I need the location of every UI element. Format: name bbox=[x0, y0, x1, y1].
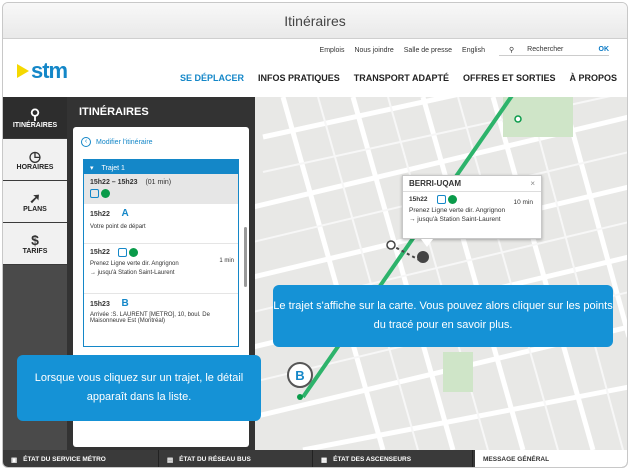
elevator-status-link[interactable]: ▦ ÉTAT DES ASCENSEURS bbox=[313, 450, 473, 467]
search-icon: ⚲ bbox=[509, 46, 515, 54]
logo-text: stm bbox=[31, 58, 68, 83]
logo-arrow-icon bbox=[17, 64, 29, 78]
step-time: 15h23 bbox=[90, 301, 110, 308]
popup-step: 15h22 10 min Prenez Ligne verte dir. Ang… bbox=[403, 192, 541, 226]
link-nous-joindre[interactable]: Nous joindre bbox=[354, 47, 393, 54]
panel-title: ITINÉRAIRES bbox=[79, 106, 149, 118]
step-time: 15h22 bbox=[90, 249, 110, 257]
step-letter: B bbox=[121, 298, 129, 309]
bus-status-link[interactable]: ▤ ÉTAT DU RÉSEAU BUS bbox=[159, 450, 313, 467]
metro-icon bbox=[117, 248, 127, 257]
popup-text: Prenez Ligne verte dir. Angrignon bbox=[409, 207, 506, 214]
general-message[interactable]: MESSAGE GÉNÉRAL bbox=[475, 450, 627, 467]
popup-duration: 10 min bbox=[513, 199, 533, 206]
green-line-icon bbox=[448, 195, 458, 204]
app-window: Itinéraires Emplois Nous joindre Salle d… bbox=[2, 2, 628, 468]
step-subtext: → jusqu'à Station Saint-Laurent bbox=[90, 270, 175, 276]
trip-header[interactable]: ▾ Trajet 1 bbox=[84, 160, 238, 174]
metro-icon: ▣ bbox=[11, 456, 18, 464]
trip-step[interactable]: 15h22 A Votre point de départ bbox=[84, 204, 238, 244]
step-text: Arrivée :S. LAURENT [METRO], 10, boul. D… bbox=[90, 312, 210, 324]
metro-icon bbox=[437, 195, 447, 204]
clock-icon: ◷ bbox=[28, 148, 42, 164]
nav-infos-pratiques[interactable]: INFOS PRATIQUES bbox=[258, 73, 340, 83]
status-bar: ▣ ÉTAT DU SERVICE MÉTRO ▤ ÉTAT DU RÉSEAU… bbox=[3, 450, 627, 467]
popup-title: BERRI-UQAM bbox=[403, 176, 541, 192]
popup-time: 15h22 bbox=[409, 196, 428, 204]
stm-logo[interactable]: stm bbox=[17, 58, 68, 84]
modify-label: Modifier l'itinéraire bbox=[96, 138, 153, 146]
link-salle-de-presse[interactable]: Salle de presse bbox=[404, 47, 452, 54]
svg-text:B: B bbox=[295, 368, 304, 383]
list-callout: Lorsque vous cliquez sur un trajet, le d… bbox=[17, 355, 261, 421]
popup-tail bbox=[421, 239, 433, 247]
metro-icon bbox=[90, 189, 99, 198]
trip-step[interactable]: 15h23 B Arrivée :S. LAURENT [METRO], 10,… bbox=[84, 294, 238, 328]
sidebar-item-label: HORAIRES bbox=[16, 164, 54, 171]
sidebar-item-tarifs[interactable]: $ TARIFS bbox=[3, 223, 67, 265]
sidebar-item-plans[interactable]: ➚ PLANS bbox=[3, 181, 67, 223]
search-field[interactable]: ⚲ Rechercher OK bbox=[499, 44, 609, 56]
arrow-icon: ➚ bbox=[29, 190, 41, 206]
main-nav: SE DÉPLACER INFOS PRATIQUES TRANSPORT AD… bbox=[166, 73, 617, 83]
link-english[interactable]: English bbox=[462, 47, 485, 54]
step-time: 15h22 bbox=[90, 211, 110, 218]
modify-itinerary-link[interactable]: ‹ Modifier l'itinéraire bbox=[73, 127, 249, 157]
link-emplois[interactable]: Emplois bbox=[320, 47, 345, 54]
sidebar-item-label: TARIFS bbox=[22, 248, 48, 255]
metro-status-label: ÉTAT DU SERVICE MÉTRO bbox=[23, 456, 106, 463]
bus-icon: ▤ bbox=[167, 456, 174, 464]
trip-time-range: 15h22 – 15h23 bbox=[90, 179, 138, 186]
route-point-walk[interactable] bbox=[417, 251, 429, 263]
step-letter: A bbox=[121, 208, 129, 219]
sidebar-item-label: PLANS bbox=[23, 206, 47, 213]
dollar-icon: $ bbox=[31, 232, 39, 248]
sidebar-item-horaires[interactable]: ◷ HORAIRES bbox=[3, 139, 67, 181]
pin-icon: ⚲ bbox=[29, 106, 41, 122]
bus-status-label: ÉTAT DU RÉSEAU BUS bbox=[179, 456, 251, 463]
sidebar-item-label: ITINÉRAIRES bbox=[12, 122, 58, 129]
close-icon[interactable]: × bbox=[530, 179, 535, 188]
nav-se-deplacer[interactable]: SE DÉPLACER bbox=[180, 73, 244, 83]
search-input[interactable]: Rechercher bbox=[527, 46, 563, 53]
top-links: Emplois Nous joindre Salle de presse Eng… bbox=[310, 43, 609, 57]
trip-card[interactable]: ▾ Trajet 1 15h22 – 15h23 (01 min) 15h22 … bbox=[83, 159, 239, 347]
nav-transport-adapte[interactable]: TRANSPORT ADAPTÉ bbox=[354, 73, 449, 83]
trip-summary: 15h22 – 15h23 (01 min) bbox=[84, 174, 238, 204]
green-line-icon bbox=[101, 189, 110, 198]
elevator-icon: ▦ bbox=[321, 456, 328, 464]
map-callout: Le trajet s'affiche sur la carte. Vous p… bbox=[273, 285, 613, 347]
panel-scrollbar[interactable] bbox=[244, 227, 247, 287]
route-point[interactable] bbox=[386, 240, 396, 250]
window-title: Itinéraires bbox=[3, 3, 627, 39]
green-line-icon bbox=[128, 248, 138, 257]
trip-duration: (01 min) bbox=[145, 179, 172, 186]
metro-status-link[interactable]: ▣ ÉTAT DU SERVICE MÉTRO bbox=[3, 450, 159, 467]
collapse-icon: ▾ bbox=[90, 165, 94, 172]
step-text: Votre point de départ bbox=[90, 224, 146, 230]
station-popup: BERRI-UQAM × 15h22 10 min Prenez Ligne v… bbox=[402, 175, 542, 239]
step-text: Prenez Ligne verte dir. Angrignon bbox=[90, 261, 179, 267]
back-arrow-icon: ‹ bbox=[81, 137, 91, 147]
step-duration: 1 min bbox=[219, 258, 234, 264]
elevator-status-label: ÉTAT DES ASCENSEURS bbox=[333, 456, 412, 463]
search-button[interactable]: OK bbox=[599, 46, 610, 53]
popup-subtext: → jusqu'à Station Saint-Laurent bbox=[409, 216, 501, 223]
nav-offres-et-sorties[interactable]: OFFRES ET SORTIES bbox=[463, 73, 556, 83]
sidebar-item-itineraires[interactable]: ⚲ ITINÉRAIRES bbox=[3, 97, 67, 139]
trip-step[interactable]: 15h22 Prenez Ligne verte dir. Angrignon … bbox=[84, 244, 238, 294]
nav-a-propos[interactable]: À PROPOS bbox=[569, 73, 617, 83]
trip-label: Trajet 1 bbox=[101, 165, 125, 172]
